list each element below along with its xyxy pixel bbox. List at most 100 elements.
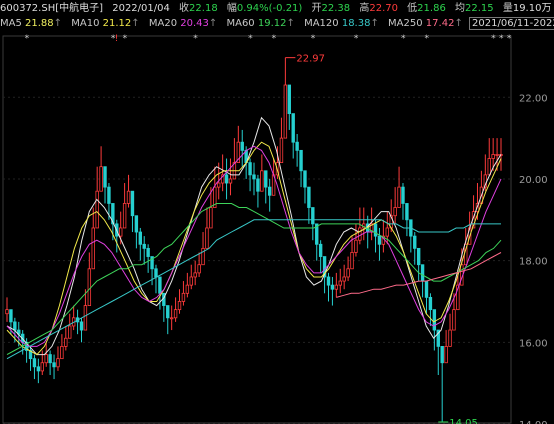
y-tick-label: 14.00 [519,420,548,424]
candle-body [193,272,197,278]
candle-body [122,203,127,229]
event-marker: * [25,34,30,44]
candle-body [264,170,268,188]
candle-body [32,358,37,368]
candle-body [9,309,13,323]
candle-body [326,276,331,286]
candle-body [83,305,88,331]
event-marker: * [311,34,316,44]
candle-body [416,247,421,266]
candle-body [256,178,260,192]
candle-body [401,186,405,204]
candle-body [373,223,378,237]
event-marker: * [507,34,512,44]
candle-body [134,215,139,233]
plot-frame [2,35,512,424]
candle-body [48,354,52,364]
event-marker: * [248,34,253,44]
candle-body [158,276,162,294]
candle-body [283,84,288,139]
candle-body [287,84,291,115]
candle-body [252,174,256,180]
candle-body [307,186,311,208]
candle-body [60,345,64,360]
candle-body [99,166,103,192]
candle-body [154,268,158,278]
y-tick-label: 22.00 [519,93,548,104]
event-marker: * [354,34,359,44]
candle-body [64,337,68,347]
candle-body [291,113,295,143]
candle-body [228,178,233,184]
candle-body [318,243,323,257]
candle-body [350,252,354,270]
candle-body [181,292,186,302]
candle-body [13,321,17,331]
candle-body [217,182,221,188]
y-tick-label: 16.00 [519,338,548,349]
candle-body [444,345,448,364]
event-marker: ! [115,34,119,44]
event-marker: * [425,34,430,44]
candle-body [334,284,339,290]
candle-body [91,227,95,270]
candle-body [118,227,123,237]
annotation-label: 22.97 [296,54,325,65]
candle-body [311,207,315,225]
candle-body [377,235,382,245]
candle-body [130,190,135,217]
candle-body [224,174,229,184]
candle-body [138,231,143,245]
candle-body [142,243,146,249]
candle-body [40,362,44,372]
candle-body [44,354,48,364]
candle-body [267,186,272,196]
event-marker: * [193,34,198,44]
candle-body [338,280,342,286]
candle-body [342,276,346,282]
candle-body [146,247,150,257]
candle-body [358,227,362,241]
candle-body [5,309,9,315]
candle-body [413,235,417,249]
candle-body [405,203,409,221]
annotation-label: 14.05 [449,418,478,424]
candle-body [107,186,111,204]
event-marker: * [272,34,277,44]
candle-body [209,207,213,229]
candle-body [495,154,499,156]
candle-body [299,149,303,172]
candle-body [205,227,209,249]
candle-body [420,264,425,282]
candle-body [491,154,495,159]
candle-body [52,362,56,368]
candle-body [393,207,397,217]
candle-body [189,276,193,286]
candle-body [432,309,437,331]
event-marker: * [401,34,406,44]
candle-body [248,162,252,176]
candle-body [68,325,72,339]
kline-chart[interactable]: 22.0020.0018.0016.0014.00**!***********2… [0,0,554,424]
candle-body [169,317,174,320]
candle-body [166,305,170,319]
candle-body [95,190,99,229]
candle-body [385,227,390,237]
candle-body [260,170,264,192]
candle-body [448,329,452,347]
event-marker: * [499,34,504,44]
candle-body [279,137,284,164]
y-tick-label: 20.00 [519,175,548,186]
event-marker: * [123,34,128,44]
candle-body [346,268,350,278]
candle-body [354,239,358,253]
candle-body [303,170,307,188]
candle-body [103,166,107,188]
candle-body [440,345,444,364]
event-marker: * [491,34,496,44]
candle-body [428,296,433,311]
candle-body [185,284,190,294]
candle-body [79,321,84,331]
candle-body [126,190,131,204]
candle-body [295,141,299,151]
